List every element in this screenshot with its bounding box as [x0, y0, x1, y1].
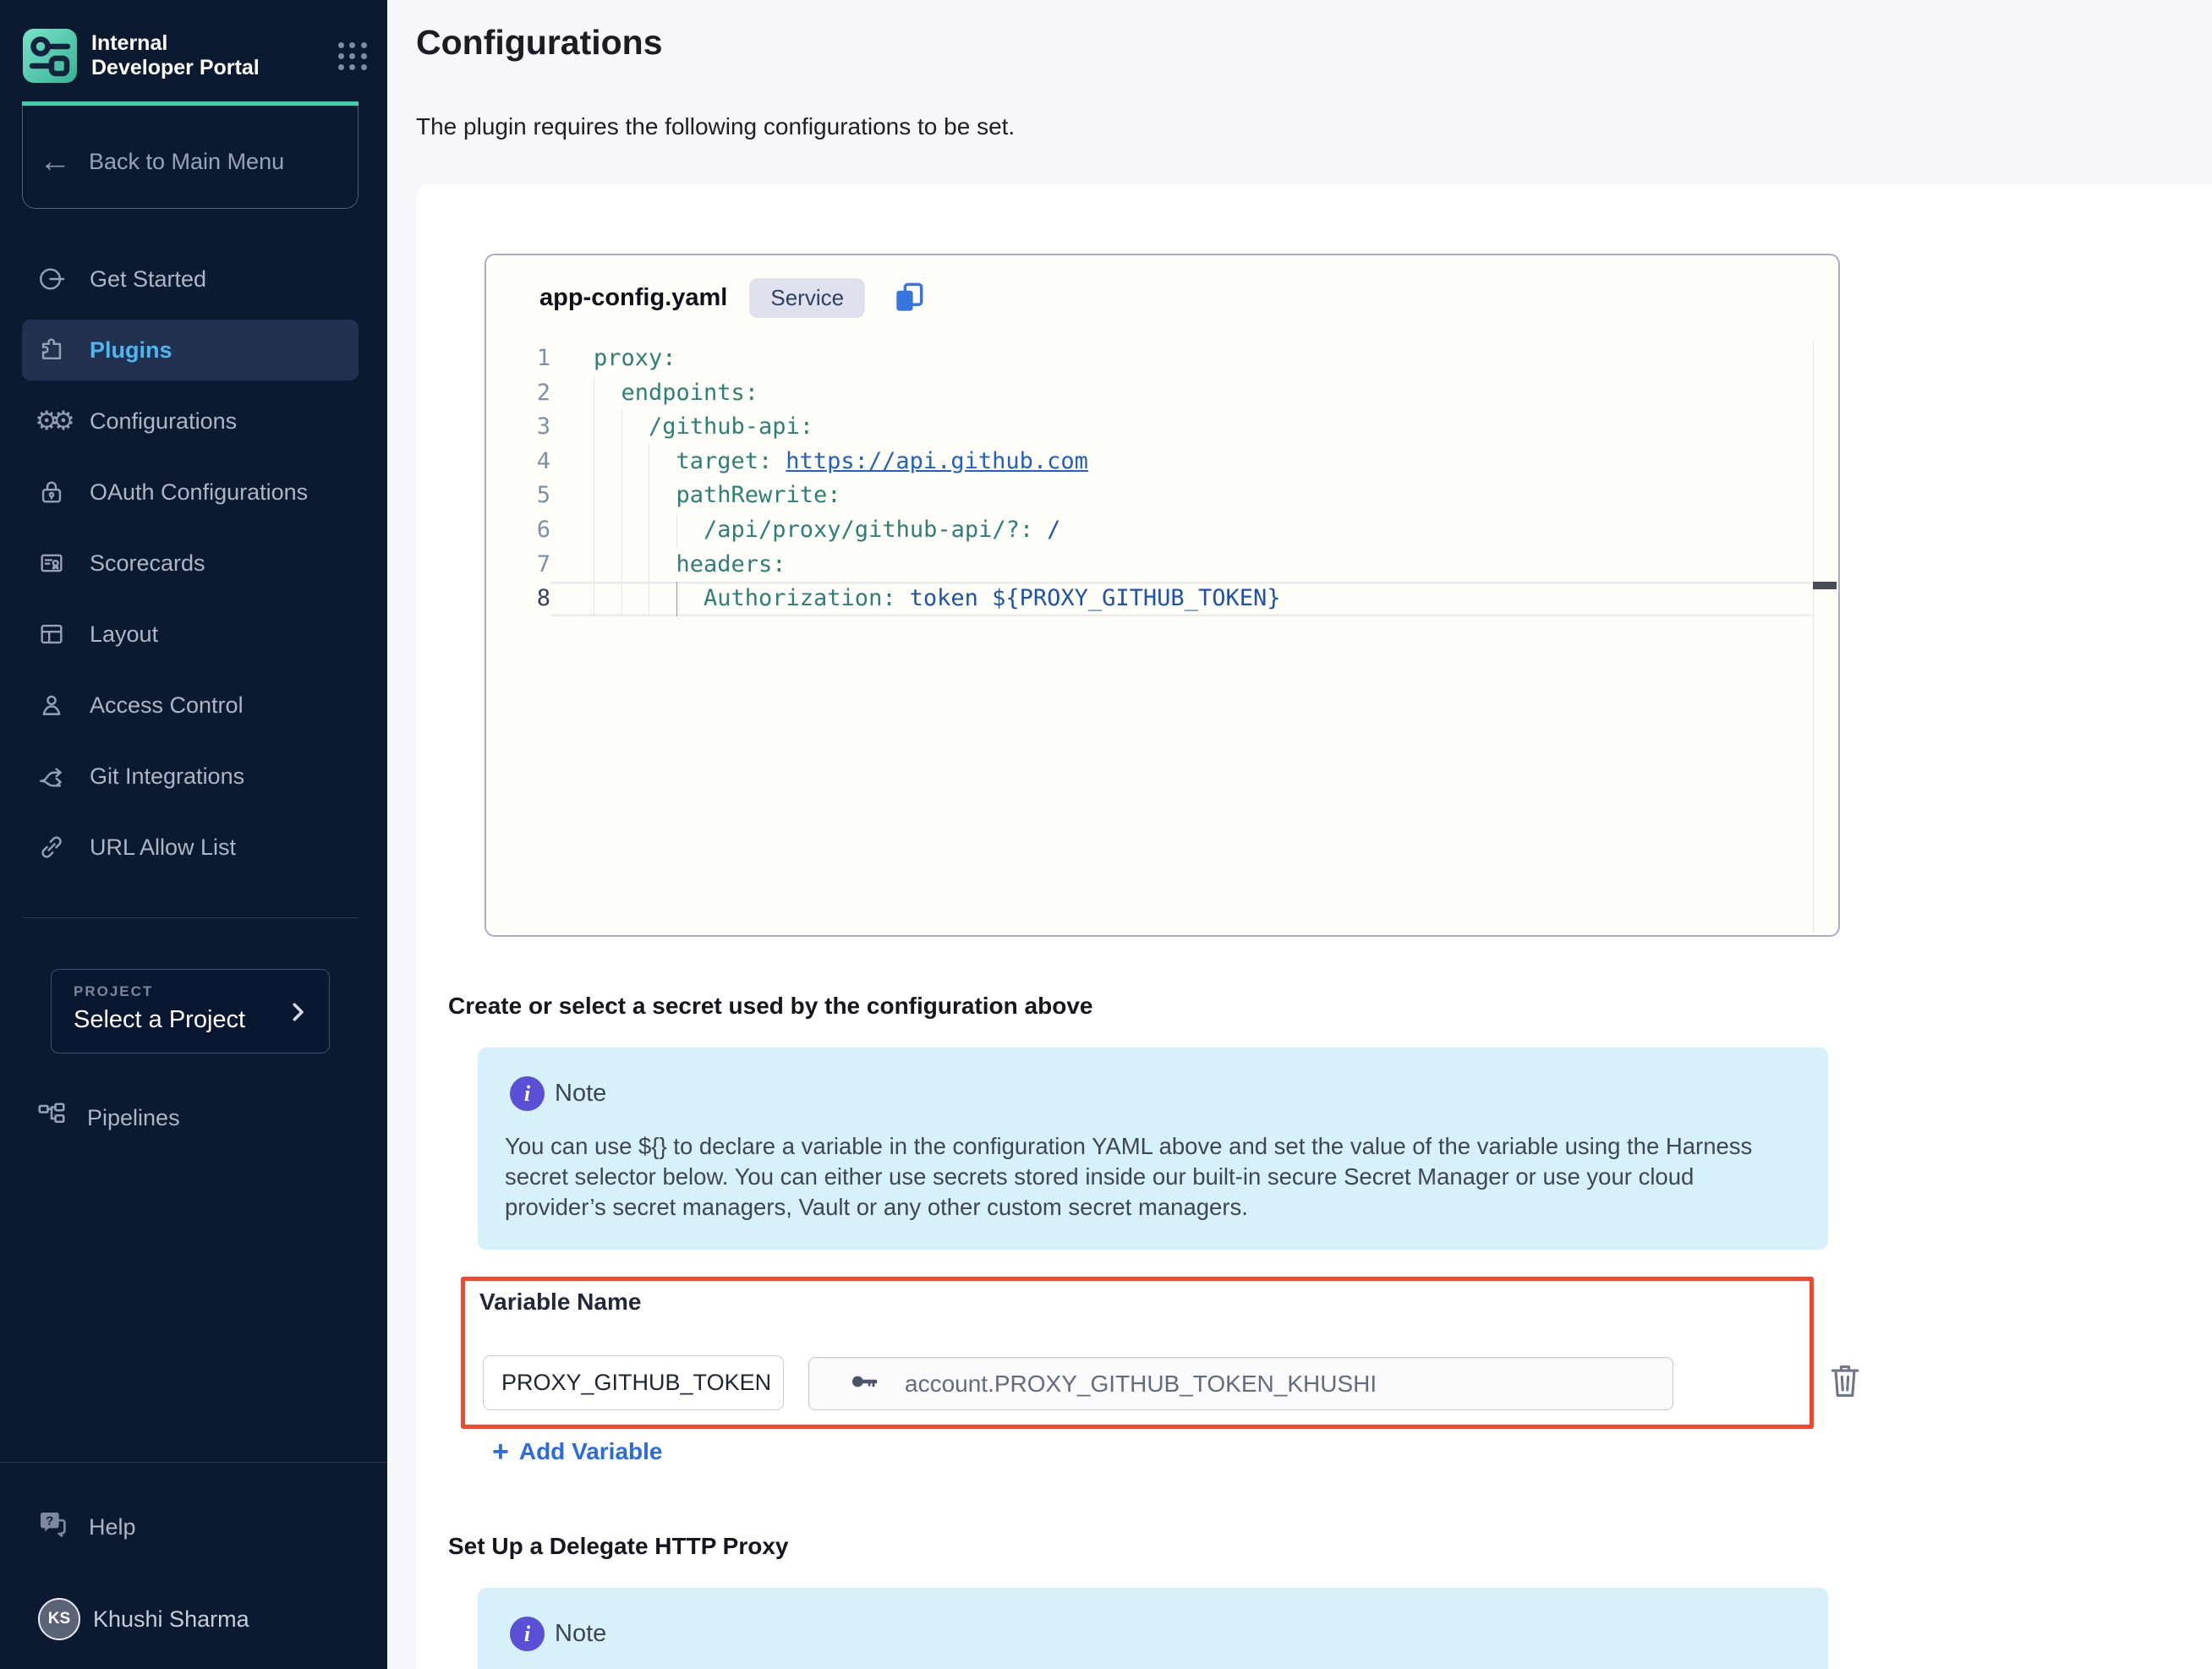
github-api-link[interactable]: https://api.github.com [786, 448, 1088, 474]
branch-icon [36, 761, 67, 791]
sidebar: Internal Developer Portal ← Back to Main… [0, 0, 387, 1669]
editor-filename: app-config.yaml [539, 284, 727, 312]
avatar: KS [38, 1598, 80, 1640]
plus-icon: + [492, 1437, 509, 1466]
note-box-secret: i Note You can use ${} to declare a vari… [478, 1048, 1828, 1250]
code-line-active: 8 Authorization:token ${PROXY_GITHUB_TOK… [486, 582, 1837, 616]
note-body: You can use ${} to declare a variable in… [478, 1111, 1814, 1256]
copy-icon[interactable] [890, 279, 928, 316]
help-button[interactable]: ? Help [36, 1495, 136, 1559]
sidebar-item-git-integrations[interactable]: Git Integrations [0, 741, 387, 812]
sidebar-item-oauth-configurations[interactable]: OAuth Configurations [0, 457, 387, 528]
sidebar-menu: Get Started Plugins ⚙⚙ Configurations OA… [0, 244, 387, 883]
editor-overview-ruler [1813, 342, 1814, 933]
info-icon: i [510, 1076, 545, 1111]
note-header: i Note [478, 1048, 1828, 1111]
user-name: Khushi Sharma [93, 1606, 249, 1633]
note-header: i Note [478, 1588, 1828, 1651]
code-line: 3 /github-api: [486, 410, 1837, 445]
code-line: 6 /api/proxy/github-api/?:/ [486, 513, 1837, 548]
app-root: Internal Developer Portal ← Back to Main… [0, 0, 2212, 1669]
code-line: 2 endpoints: [486, 376, 1837, 411]
variable-highlight-box: Variable Name PROXY_GITHUB_TOKEN account… [461, 1277, 1814, 1429]
chevron-right-icon [285, 997, 310, 1031]
puzzle-icon [36, 335, 67, 365]
secret-heading: Create or select a secret used by the co… [448, 993, 1092, 1020]
configurations-card: app-config.yaml Service 1 proxy: [416, 184, 2212, 1669]
sidebar-item-pipelines[interactable]: Pipelines [36, 1084, 180, 1152]
delegate-heading: Set Up a Delegate HTTP Proxy [448, 1533, 789, 1560]
layout-icon [36, 619, 67, 649]
help-chat-icon: ? [36, 1508, 70, 1546]
pipelines-icon [36, 1101, 67, 1135]
code-line: 7 headers: [486, 548, 1837, 583]
variable-name-input[interactable]: PROXY_GITHUB_TOKEN [483, 1355, 784, 1410]
info-icon: i [510, 1617, 545, 1651]
back-section: ← Back to Main Menu [22, 105, 359, 209]
service-badge: Service [749, 278, 865, 318]
get-started-icon [36, 264, 67, 294]
link-icon [36, 832, 67, 862]
project-selector[interactable]: PROJECT Select a Project [51, 969, 330, 1053]
back-to-main-menu-button[interactable]: ← Back to Main Menu [39, 145, 284, 178]
sidebar-item-configurations[interactable]: ⚙⚙ Configurations [0, 386, 387, 457]
editor-cursor-marker [1813, 582, 1837, 589]
secret-selector-input[interactable]: account.PROXY_GITHUB_TOKEN_KHUSHI [808, 1357, 1673, 1410]
brand-title: Internal Developer Portal [91, 31, 269, 80]
page-subtitle: The plugin requires the following config… [416, 113, 1015, 140]
code-line: 4 target:https://api.github.com [486, 445, 1837, 479]
code-line: 1 proxy: [486, 342, 1837, 376]
svg-text:?: ? [46, 1513, 53, 1528]
sidebar-item-layout[interactable]: Layout [0, 599, 387, 670]
yaml-editor[interactable]: app-config.yaml Service 1 proxy: [485, 254, 1840, 937]
note-box-delegate: i Note [478, 1588, 1828, 1669]
gears-icon: ⚙⚙ [36, 406, 67, 436]
sidebar-item-get-started[interactable]: Get Started [0, 244, 387, 315]
apps-grid-icon[interactable] [338, 42, 367, 70]
sidebar-item-access-control[interactable]: Access Control [0, 670, 387, 741]
code-line: 5 pathRewrite: [486, 479, 1837, 513]
sidebar-item-url-allow-list[interactable]: URL Allow List [0, 812, 387, 883]
sidebar-item-plugins[interactable]: Plugins [0, 315, 387, 386]
variable-name-label: Variable Name [479, 1289, 641, 1316]
editor-header: app-config.yaml Service [486, 255, 1838, 340]
main-content: Configurations The plugin requires the f… [387, 0, 2212, 1669]
person-icon [36, 690, 67, 720]
back-arrow-icon: ← [39, 145, 71, 178]
lock-icon [36, 477, 67, 507]
page-title: Configurations [416, 23, 663, 63]
sidebar-item-scorecards[interactable]: Scorecards [0, 528, 387, 599]
idp-logo-icon [23, 29, 77, 83]
add-variable-button[interactable]: + Add Variable [492, 1437, 662, 1466]
secret-value: account.PROXY_GITHUB_TOKEN_KHUSHI [905, 1371, 1377, 1398]
user-menu[interactable]: KS Khushi Sharma [38, 1593, 249, 1645]
sidebar-bottom-divider [0, 1462, 387, 1463]
scorecard-icon [36, 548, 67, 578]
trash-icon[interactable] [1826, 1360, 1864, 1402]
sidebar-divider [22, 917, 359, 918]
brand: Internal Developer Portal [23, 28, 367, 84]
key-icon [847, 1364, 883, 1404]
code-lines: 1 proxy: 2 endpoints: 3 /github-api: 4 t… [486, 342, 1837, 616]
